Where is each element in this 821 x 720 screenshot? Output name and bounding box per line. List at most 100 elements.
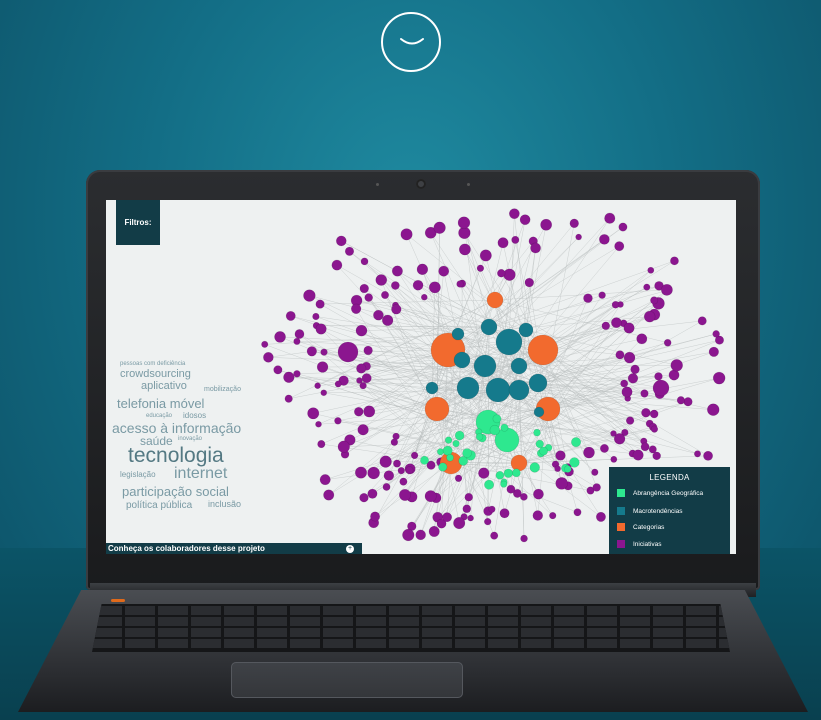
initiative-node[interactable]	[464, 492, 474, 502]
word-cloud-term[interactable]: telefonia móvel	[117, 397, 204, 410]
initiative-node[interactable]	[506, 484, 516, 494]
initiative-node[interactable]	[583, 293, 593, 303]
initiative-node[interactable]	[641, 408, 651, 418]
initiative-node[interactable]	[391, 265, 403, 277]
initiative-node[interactable]	[402, 528, 415, 542]
initiative-node[interactable]	[554, 465, 561, 473]
initiative-node[interactable]	[307, 407, 320, 420]
category-node[interactable]	[424, 396, 450, 422]
geo-node[interactable]	[500, 480, 508, 488]
initiative-node[interactable]	[610, 317, 622, 329]
word-cloud-term[interactable]: educação	[146, 413, 172, 419]
geo-node[interactable]	[436, 448, 444, 456]
initiative-node[interactable]	[344, 246, 355, 256]
initiative-node[interactable]	[476, 264, 485, 272]
initiative-node[interactable]	[314, 382, 321, 390]
initiative-node[interactable]	[306, 346, 317, 357]
initiative-node[interactable]	[293, 370, 301, 378]
initiative-node[interactable]	[316, 361, 329, 373]
initiative-node[interactable]	[274, 331, 286, 343]
initiative-node[interactable]	[467, 514, 474, 522]
initiative-node[interactable]	[693, 450, 702, 458]
initiative-node[interactable]	[359, 283, 369, 294]
initiative-node[interactable]	[652, 379, 670, 397]
initiative-node[interactable]	[670, 359, 683, 372]
initiative-node[interactable]	[613, 433, 626, 445]
initiative-node[interactable]	[357, 424, 369, 436]
initiative-node[interactable]	[381, 290, 390, 300]
initiative-node[interactable]	[353, 406, 364, 417]
initiative-node[interactable]	[478, 467, 490, 479]
word-cloud-term[interactable]: pessoas com deficiência	[120, 361, 185, 367]
initiative-node[interactable]	[640, 389, 649, 398]
initiative-node[interactable]	[454, 474, 463, 483]
initiative-node[interactable]	[532, 510, 544, 521]
initiative-node[interactable]	[456, 280, 464, 288]
initiative-node[interactable]	[285, 310, 296, 321]
initiative-node[interactable]	[337, 440, 350, 453]
macro-node[interactable]	[533, 406, 545, 418]
initiative-node[interactable]	[601, 321, 611, 331]
word-cloud-term[interactable]: participação social	[122, 485, 229, 498]
initiative-node[interactable]	[415, 529, 426, 541]
category-node[interactable]	[486, 291, 504, 309]
initiative-node[interactable]	[703, 450, 714, 461]
initiative-node[interactable]	[453, 517, 466, 530]
initiative-node[interactable]	[611, 300, 620, 309]
initiative-node[interactable]	[490, 531, 499, 540]
geo-node[interactable]	[454, 430, 465, 441]
initiative-node[interactable]	[354, 466, 368, 479]
initiative-node[interactable]	[647, 266, 655, 274]
initiative-node[interactable]	[410, 451, 419, 460]
initiative-node[interactable]	[320, 348, 328, 356]
initiative-node[interactable]	[555, 450, 566, 461]
initiative-node[interactable]	[303, 289, 316, 302]
initiative-node[interactable]	[683, 397, 693, 407]
macro-node[interactable]	[518, 322, 534, 338]
initiative-node[interactable]	[573, 508, 582, 517]
initiative-node[interactable]	[479, 249, 492, 262]
initiative-node[interactable]	[442, 512, 453, 523]
geo-node[interactable]	[442, 445, 453, 456]
initiative-node[interactable]	[379, 455, 392, 468]
initiative-node[interactable]	[630, 364, 640, 375]
initiative-node[interactable]	[355, 324, 368, 337]
initiative-node[interactable]	[712, 371, 726, 385]
initiative-node[interactable]	[363, 345, 373, 356]
initiative-node[interactable]	[428, 281, 441, 294]
initiative-node[interactable]	[319, 474, 331, 486]
initiative-node[interactable]	[650, 296, 659, 305]
initiative-node[interactable]	[381, 314, 394, 326]
word-cloud-term[interactable]: política pública	[126, 501, 192, 511]
initiative-node[interactable]	[420, 293, 428, 301]
initiative-node[interactable]	[350, 303, 362, 314]
geo-node[interactable]	[484, 479, 495, 490]
initiative-node[interactable]	[382, 482, 391, 491]
initiative-node[interactable]	[375, 274, 388, 286]
macro-node[interactable]	[473, 354, 497, 378]
initiative-node[interactable]	[438, 265, 450, 277]
initiative-node[interactable]	[293, 337, 301, 345]
geo-node[interactable]	[446, 453, 454, 462]
word-cloud-term[interactable]: inclusão	[208, 500, 241, 509]
word-cloud-term[interactable]: legislação	[120, 471, 156, 479]
geo-node[interactable]	[569, 457, 580, 468]
geo-node[interactable]	[492, 414, 502, 424]
initiative-node[interactable]	[615, 350, 625, 360]
macro-node[interactable]	[480, 318, 498, 336]
initiative-node[interactable]	[405, 466, 414, 475]
initiative-node[interactable]	[654, 372, 663, 381]
initiative-node[interactable]	[524, 277, 535, 288]
geo-node[interactable]	[444, 436, 453, 444]
initiative-node[interactable]	[462, 504, 472, 514]
initiative-node[interactable]	[632, 449, 644, 461]
initiative-node[interactable]	[337, 341, 359, 363]
initiative-node[interactable]	[649, 409, 659, 419]
initiative-node[interactable]	[361, 373, 372, 384]
geo-node[interactable]	[503, 468, 514, 478]
plus-icon[interactable]: +	[346, 545, 354, 553]
macro-node[interactable]	[528, 373, 548, 393]
initiative-node[interactable]	[360, 257, 369, 266]
initiative-node[interactable]	[359, 381, 367, 390]
initiative-node[interactable]	[399, 477, 408, 486]
